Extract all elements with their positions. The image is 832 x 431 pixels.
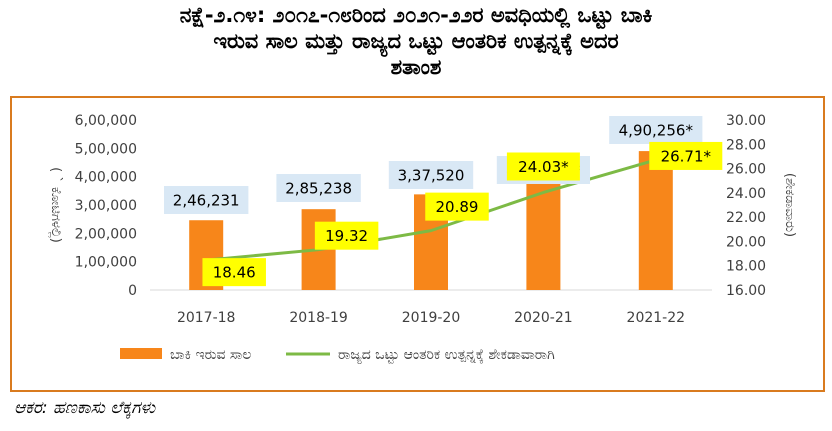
legend-bar-swatch: [120, 348, 162, 359]
line-data-label: 24.03*: [518, 158, 569, 176]
x-tick-label: 2020-21: [514, 310, 573, 326]
y-tick-label: 3,00,000: [75, 198, 137, 214]
bar-data-label: 3,37,520: [398, 166, 465, 184]
line-data-label: 20.89: [436, 198, 479, 216]
y2-tick-label: 16.00: [726, 283, 766, 299]
bar-data-label: 4,90,256*: [619, 121, 694, 139]
y2-tick-label: 18.00: [726, 259, 766, 275]
y2-tick-label: 30.00: [726, 113, 766, 129]
line-data-label: 26.71*: [661, 147, 712, 165]
y-tick-label: 6,00,000: [75, 113, 137, 129]
chart-svg: 0 1,00,000 2,00,000 3,00,000 4,00,000 5,00,00…: [48, 113, 797, 364]
legend-line-label: ರಾಜ್ಯದ ಒಟ್ಟು ಆಂತರಿಕ ಉತ್ಪನ್ನಕ್ಕೆ ಶೇಕಡಾವಾರ…: [338, 347, 555, 364]
y-tick-label: 4,00,000: [75, 170, 137, 186]
y2-tick-label: 28.00: [726, 137, 766, 153]
y2-axis-title: (ಶೇಕಡಾವಾರು): [782, 173, 797, 237]
bar-data-label: 2,46,231: [173, 191, 240, 209]
x-tick-label: 2019-20: [402, 310, 461, 326]
y2-tick-label: 26.00: [726, 162, 766, 178]
line-data-label: 18.46: [213, 264, 256, 282]
bar: [638, 151, 673, 290]
y-tick-label: 2,00,000: [75, 226, 137, 242]
x-tick-label: 2018-19: [289, 310, 348, 326]
y-tick-label: 5,00,000: [75, 141, 137, 157]
y-tick-label: 1,00,000: [75, 255, 137, 271]
line-data-label: 19.32: [325, 227, 368, 245]
y2-tick-label: 24.00: [726, 186, 766, 202]
y2-tick-label: 22.00: [726, 210, 766, 226]
y-axis-title: ( ` ಕೋಟಿಗಳಲ್ಲಿ): [48, 167, 63, 243]
legend-bar-label: ಬಾಕಿ ಇರುವ ಸಾಲ: [170, 347, 251, 363]
y2-tick-label: 20.00: [726, 234, 766, 250]
x-tick-label: 2021-22: [627, 310, 686, 326]
source-note: ಆಕರ: ಹಣಕಾಸು ಲೆಕ್ಕಗಳು: [14, 398, 156, 418]
y-tick-label: 0: [128, 283, 137, 299]
x-tick-label: 2017-18: [177, 310, 236, 326]
bar-data-label: 2,85,238: [285, 179, 352, 197]
